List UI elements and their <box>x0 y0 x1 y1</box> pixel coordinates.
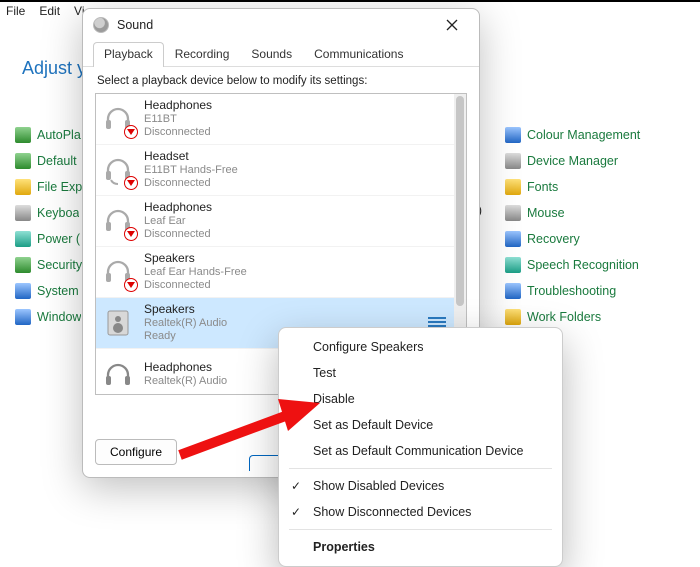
page-heading: Adjust y <box>22 58 86 79</box>
device-name: Headphones <box>144 201 212 215</box>
recovery-icon <box>505 231 521 247</box>
device-status: Disconnected <box>144 279 247 292</box>
menu-configure-speakers[interactable]: Configure Speakers <box>279 334 562 360</box>
tab-communications[interactable]: Communications <box>303 42 414 67</box>
device-name: Speakers <box>144 303 227 317</box>
menu-file[interactable]: File <box>6 4 25 22</box>
menu-separator <box>289 468 552 469</box>
headphones-icon <box>100 101 136 137</box>
power-icon <box>15 231 31 247</box>
headphones-icon <box>100 203 136 239</box>
dialog-title: Sound <box>117 18 435 32</box>
device-status: Disconnected <box>144 228 212 241</box>
device-manager-icon <box>505 153 521 169</box>
device-sub: Leaf Ear <box>144 215 212 228</box>
device-row[interactable]: Headphones Leaf Ear Disconnected <box>96 196 466 247</box>
configure-button[interactable]: Configure <box>95 439 177 465</box>
menu-separator <box>289 529 552 530</box>
speech-icon <box>505 257 521 273</box>
fonts-icon <box>505 179 521 195</box>
scrollbar-thumb[interactable] <box>456 96 464 306</box>
menu-properties[interactable]: Properties <box>279 534 562 560</box>
device-name: Speakers <box>144 252 247 266</box>
system-icon <box>15 283 31 299</box>
cp-item-device-manager[interactable]: Device Manager <box>505 148 695 174</box>
menu-show-disabled[interactable]: Show Disabled Devices <box>279 473 562 499</box>
device-sub: E11BT Hands-Free <box>144 164 238 177</box>
device-row[interactable]: Headset E11BT Hands-Free Disconnected <box>96 145 466 196</box>
cp-item-speech[interactable]: Speech Recognition <box>505 252 695 278</box>
mouse-icon <box>505 205 521 221</box>
headset-icon <box>100 152 136 188</box>
device-row[interactable]: Speakers Leaf Ear Hands-Free Disconnecte… <box>96 247 466 298</box>
device-row[interactable]: Headphones E11BT Disconnected <box>96 94 466 145</box>
close-icon <box>446 19 458 31</box>
menu-set-default-comm[interactable]: Set as Default Communication Device <box>279 438 562 464</box>
windows-icon <box>15 309 31 325</box>
cp-item-mouse[interactable]: Mouse <box>505 200 695 226</box>
speaker-icon <box>100 305 136 341</box>
work-folders-icon <box>505 309 521 325</box>
tab-recording[interactable]: Recording <box>164 42 241 67</box>
device-status: Ready <box>144 330 227 343</box>
control-panel-right-column: Colour Management Device Manager Fonts M… <box>505 122 695 330</box>
file-explorer-icon <box>15 179 31 195</box>
tab-playback[interactable]: Playback <box>93 42 164 67</box>
device-sub: Realtek(R) Audio <box>144 317 227 330</box>
device-status: Disconnected <box>144 126 212 139</box>
device-sub: Realtek(R) Audio <box>144 375 227 388</box>
dialog-titlebar[interactable]: Sound <box>83 9 479 41</box>
colour-icon <box>505 127 521 143</box>
menu-set-default[interactable]: Set as Default Device <box>279 412 562 438</box>
cp-item-troubleshooting[interactable]: Troubleshooting <box>505 278 695 304</box>
menu-show-disconnected[interactable]: Show Disconnected Devices <box>279 499 562 525</box>
device-sub: E11BT <box>144 113 212 126</box>
cp-item-fonts[interactable]: Fonts <box>505 174 695 200</box>
menu-test[interactable]: Test <box>279 360 562 386</box>
dialog-tabs: Playback Recording Sounds Communications <box>83 41 479 67</box>
menu-disable[interactable]: Disable <box>279 386 562 412</box>
device-name: Headphones <box>144 99 212 113</box>
security-icon <box>15 257 31 273</box>
headphones-icon <box>100 254 136 290</box>
troubleshooting-icon <box>505 283 521 299</box>
cp-item-colour-management[interactable]: Colour Management <box>505 122 695 148</box>
close-button[interactable] <box>435 13 469 37</box>
headphones-icon <box>100 357 136 393</box>
autoplay-icon <box>15 127 31 143</box>
menu-edit[interactable]: Edit <box>39 4 60 22</box>
device-status: Disconnected <box>144 177 238 190</box>
device-context-menu: Configure Speakers Test Disable Set as D… <box>278 327 563 567</box>
default-programs-icon <box>15 153 31 169</box>
device-name: Headset <box>144 150 238 164</box>
device-name: Headphones <box>144 361 227 375</box>
tab-sounds[interactable]: Sounds <box>240 42 303 67</box>
cp-item-recovery[interactable]: Recovery <box>505 226 695 252</box>
keyboard-icon <box>15 205 31 221</box>
sound-icon <box>93 17 109 33</box>
device-sub: Leaf Ear Hands-Free <box>144 266 247 279</box>
instruction-text: Select a playback device below to modify… <box>83 67 479 91</box>
